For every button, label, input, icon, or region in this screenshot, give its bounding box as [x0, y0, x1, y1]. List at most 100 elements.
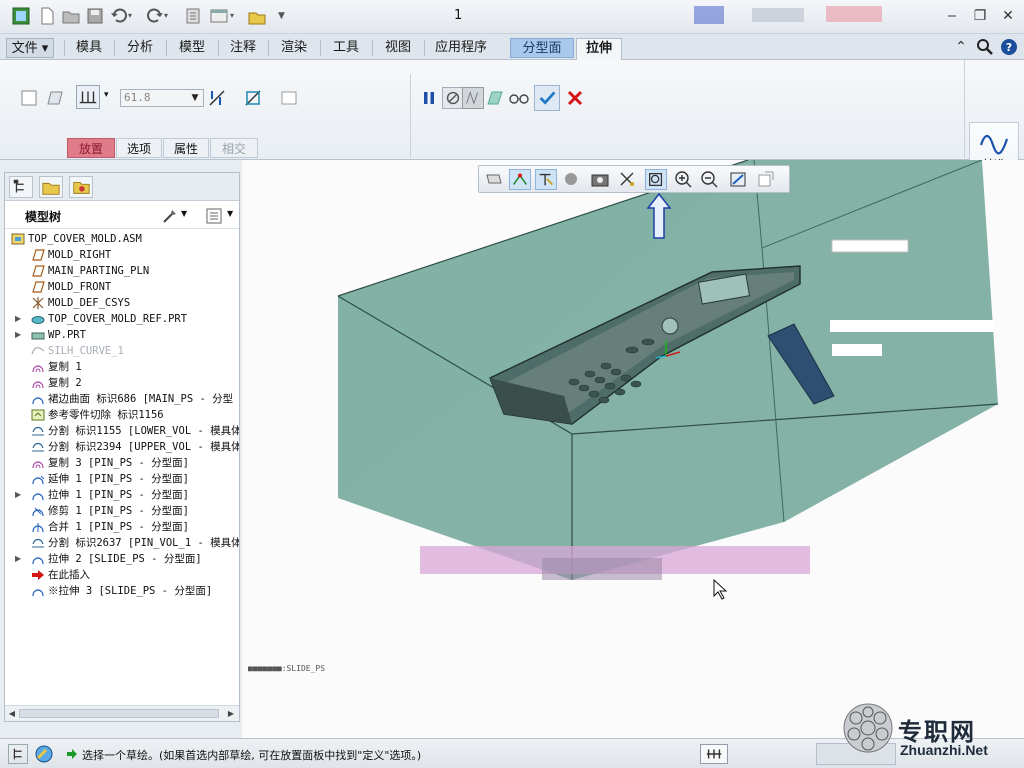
- undo-dropdown-icon[interactable]: ▾: [128, 7, 146, 25]
- depth-value-dropdown-icon[interactable]: ▼: [188, 90, 202, 106]
- tree-item[interactable]: 分割 标识1155 [LOWER_VOL - 模具体: [5, 423, 239, 439]
- display-style-icon[interactable]: [755, 169, 777, 190]
- filter-icon[interactable]: [700, 744, 728, 764]
- tab-render[interactable]: 渲染: [274, 38, 314, 58]
- confirm-checkmark-icon[interactable]: [534, 85, 560, 111]
- tree-item[interactable]: SILH_CURVE_1: [5, 343, 239, 359]
- tree-item[interactable]: 分割 标识2394 [UPPER_VOL - 模具体: [5, 439, 239, 455]
- named-views-icon[interactable]: [483, 169, 505, 190]
- datum-display-icon[interactable]: [535, 169, 557, 190]
- camera-icon[interactable]: [589, 169, 611, 190]
- windows-dropdown-icon[interactable]: ▾: [230, 7, 248, 25]
- depth-type-dropdown-icon[interactable]: ▾: [104, 90, 109, 100]
- tree-item[interactable]: MAIN_PARTING_PLN: [5, 263, 239, 279]
- redo-dropdown-icon[interactable]: ▾: [164, 7, 182, 25]
- graphics-window[interactable]: ■■■■■■■:SLIDE_PS: [242, 160, 1024, 738]
- new-file-icon[interactable]: [38, 7, 56, 25]
- tree-settings-dropdown-icon[interactable]: ▼: [181, 209, 187, 218]
- redo-icon[interactable]: [146, 7, 164, 25]
- subtab-properties[interactable]: 属性: [163, 138, 209, 158]
- customize-toolbar-icon[interactable]: ▼: [278, 7, 296, 25]
- subtab-options[interactable]: 选项: [116, 138, 162, 158]
- spin-center-icon[interactable]: [509, 169, 531, 190]
- search-icon[interactable]: [976, 38, 994, 56]
- verify-mode-icon[interactable]: [508, 87, 530, 109]
- tree-item[interactable]: 修剪 1 [PIN_PS - 分型面]: [5, 503, 239, 519]
- tree-item[interactable]: MOLD_RIGHT: [5, 247, 239, 263]
- windows-icon[interactable]: [210, 7, 228, 25]
- no-preview-icon[interactable]: [442, 87, 464, 109]
- tab-view[interactable]: 视图: [378, 38, 418, 58]
- tree-item[interactable]: 参考零件切除 标识1156: [5, 407, 239, 423]
- tab-mold[interactable]: 模具: [70, 38, 108, 58]
- tree-item[interactable]: MOLD_DEF_CSYS: [5, 295, 239, 311]
- tree-item[interactable]: 复制 2: [5, 375, 239, 391]
- help-icon[interactable]: ?: [1000, 38, 1018, 56]
- tab-file[interactable]: 文件 ▾: [6, 38, 54, 58]
- close-window-icon[interactable]: [248, 7, 266, 25]
- minimize-button[interactable]: ‒: [942, 7, 962, 25]
- annotation-display-icon[interactable]: [617, 169, 639, 190]
- tree-item[interactable]: TOP_COVER_MOLD.ASM: [5, 231, 239, 247]
- expand-arrow-icon[interactable]: ▶: [15, 489, 25, 501]
- mold-model-scene[interactable]: [242, 160, 1024, 738]
- tree-item[interactable]: ▶ TOP_COVER_MOLD_REF.PRT: [5, 311, 239, 327]
- restore-button[interactable]: ❐: [970, 7, 990, 25]
- tree-item[interactable]: 合并 1 [PIN_PS - 分型面]: [5, 519, 239, 535]
- solid-icon[interactable]: [18, 87, 40, 109]
- pause-icon[interactable]: [418, 87, 440, 109]
- tree-item[interactable]: ▶ 拉伸 1 [PIN_PS - 分型面]: [5, 487, 239, 503]
- minimize-ribbon-icon[interactable]: ⌃: [952, 38, 970, 56]
- tab-annotate[interactable]: 注释: [224, 38, 262, 58]
- attach-preview-icon[interactable]: [462, 87, 484, 109]
- zoom-out-icon[interactable]: [699, 169, 721, 190]
- tab-tools[interactable]: 工具: [326, 38, 366, 58]
- folder-browser-tab-icon[interactable]: [39, 176, 63, 198]
- depth-blind-icon[interactable]: [76, 85, 100, 109]
- thicken-sketch-icon[interactable]: [278, 87, 300, 109]
- tree-item[interactable]: 延伸 1 [PIN_PS - 分型面]: [5, 471, 239, 487]
- tab-model[interactable]: 模型: [172, 38, 212, 58]
- undo-icon[interactable]: [110, 7, 128, 25]
- tree-item[interactable]: ▶ 拉伸 2 [SLIDE_PS - 分型面]: [5, 551, 239, 567]
- surface-icon[interactable]: [44, 87, 66, 109]
- appearance-icon[interactable]: [561, 169, 583, 190]
- tab-extrude[interactable]: 拉伸: [576, 38, 622, 60]
- tree-settings-icon[interactable]: [161, 207, 179, 225]
- tab-parting-surface[interactable]: 分型面: [510, 38, 574, 58]
- refit-icon[interactable]: [645, 169, 667, 190]
- tree-item[interactable]: 分割 标识2637 [PIN_VOL_1 - 模具体: [5, 535, 239, 551]
- remove-material-icon[interactable]: [242, 87, 264, 109]
- tab-applications[interactable]: 应用程序: [430, 38, 492, 58]
- scrollbar-thumb[interactable]: [19, 709, 219, 718]
- tab-analysis[interactable]: 分析: [120, 38, 160, 58]
- tree-item[interactable]: 复制 1: [5, 359, 239, 375]
- tree-item[interactable]: ※拉伸 3 [SLIDE_PS - 分型面]: [5, 583, 239, 599]
- regenerate-icon[interactable]: [184, 7, 202, 25]
- scroll-left-icon[interactable]: ◀: [6, 707, 18, 720]
- close-button[interactable]: ✕: [998, 7, 1018, 25]
- cancel-x-icon[interactable]: [564, 87, 586, 109]
- show-navigator-icon[interactable]: [8, 744, 28, 764]
- save-icon[interactable]: [86, 7, 104, 25]
- open-folder-icon[interactable]: [62, 7, 80, 25]
- favorites-tab-icon[interactable]: [69, 176, 93, 198]
- scroll-right-icon[interactable]: ▶: [225, 707, 237, 720]
- flip-direction-icon[interactable]: [206, 87, 228, 109]
- expand-arrow-icon[interactable]: ▶: [15, 553, 25, 565]
- show-browser-icon[interactable]: [34, 744, 54, 764]
- feature-preview-icon[interactable]: [484, 87, 506, 109]
- tree-item[interactable]: 复制 3 [PIN_PS - 分型面]: [5, 455, 239, 471]
- tree-item[interactable]: MOLD_FRONT: [5, 279, 239, 295]
- show-columns-icon[interactable]: [205, 207, 223, 225]
- expand-arrow-icon[interactable]: ▶: [15, 329, 25, 341]
- expand-arrow-icon[interactable]: ▶: [15, 313, 25, 325]
- repaint-icon[interactable]: [727, 169, 749, 190]
- tree-item[interactable]: 在此插入: [5, 567, 239, 583]
- model-tree-tab-icon[interactable]: [9, 176, 33, 198]
- tree-item[interactable]: 裙边曲面 标识686 [MAIN_PS - 分型: [5, 391, 239, 407]
- show-dropdown-icon[interactable]: ▼: [227, 209, 233, 218]
- subtab-placement[interactable]: 放置: [67, 138, 115, 158]
- tree-item[interactable]: ▶ WP.PRT: [5, 327, 239, 343]
- zoom-in-icon[interactable]: [673, 169, 695, 190]
